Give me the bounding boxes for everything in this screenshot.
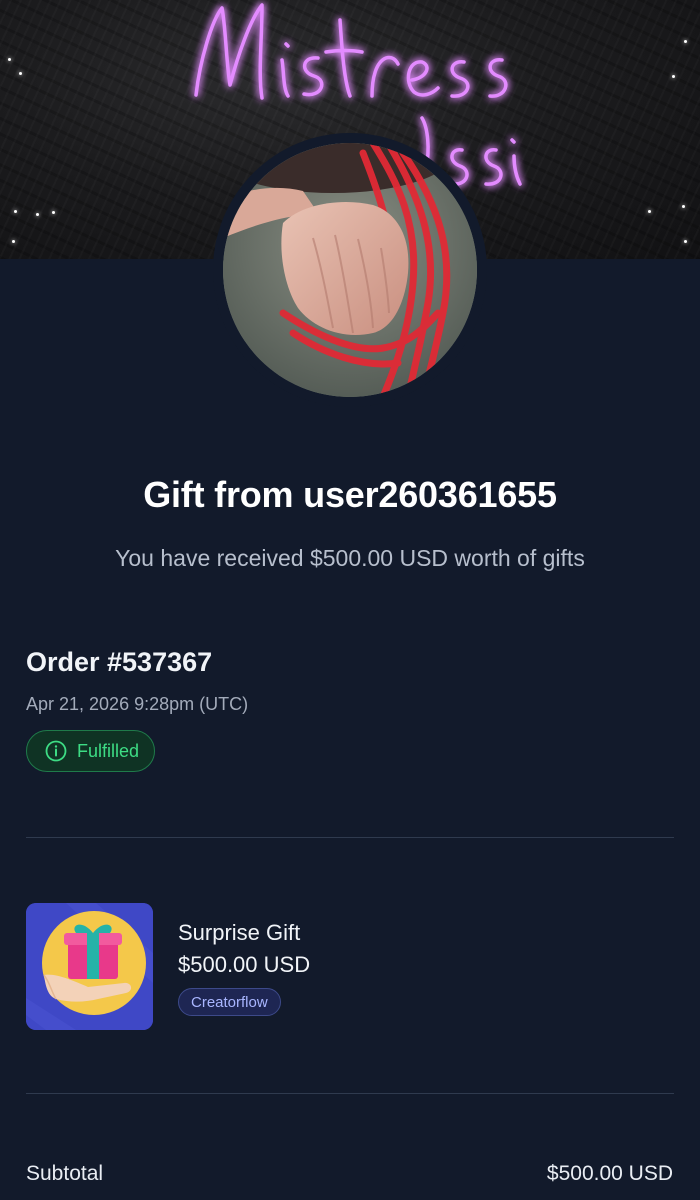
sparkle-decoration (52, 211, 55, 214)
subtotal-value: $500.00 USD (546, 1162, 673, 1185)
gift-title: Gift from user260361655 (143, 474, 557, 515)
item-price: $500.00 USD (178, 952, 311, 977)
sparkle-decoration (12, 240, 15, 243)
sparkle-decoration (684, 240, 687, 243)
status-label: Fulfilled (77, 740, 140, 761)
sparkle-decoration (14, 210, 17, 213)
item-name: Surprise Gift (178, 920, 301, 945)
item-tag-badge: Creatorflow (178, 988, 281, 1016)
avatar[interactable] (223, 143, 477, 397)
subtotal-label: Subtotal (26, 1162, 104, 1185)
avatar-photo (223, 143, 477, 397)
sparkle-decoration (19, 72, 22, 75)
sparkle-decoration (682, 205, 685, 208)
order-date: Apr 21, 2026 9:28pm (UTC) (26, 694, 249, 714)
gift-subtitle: You have received $500.00 USD worth of g… (115, 545, 585, 571)
sparkle-decoration (648, 210, 651, 213)
item-thumbnail[interactable] (26, 903, 153, 1030)
sparkle-decoration (672, 75, 675, 78)
sparkle-decoration (684, 40, 687, 43)
order-number: Order #537367 (26, 647, 213, 677)
sparkle-decoration (8, 58, 11, 61)
info-icon (45, 740, 67, 762)
status-badge: Fulfilled (26, 730, 156, 772)
divider (26, 837, 674, 838)
sparkle-decoration (36, 213, 39, 216)
divider (26, 1093, 674, 1094)
gift-in-hand-icon (26, 903, 153, 1030)
